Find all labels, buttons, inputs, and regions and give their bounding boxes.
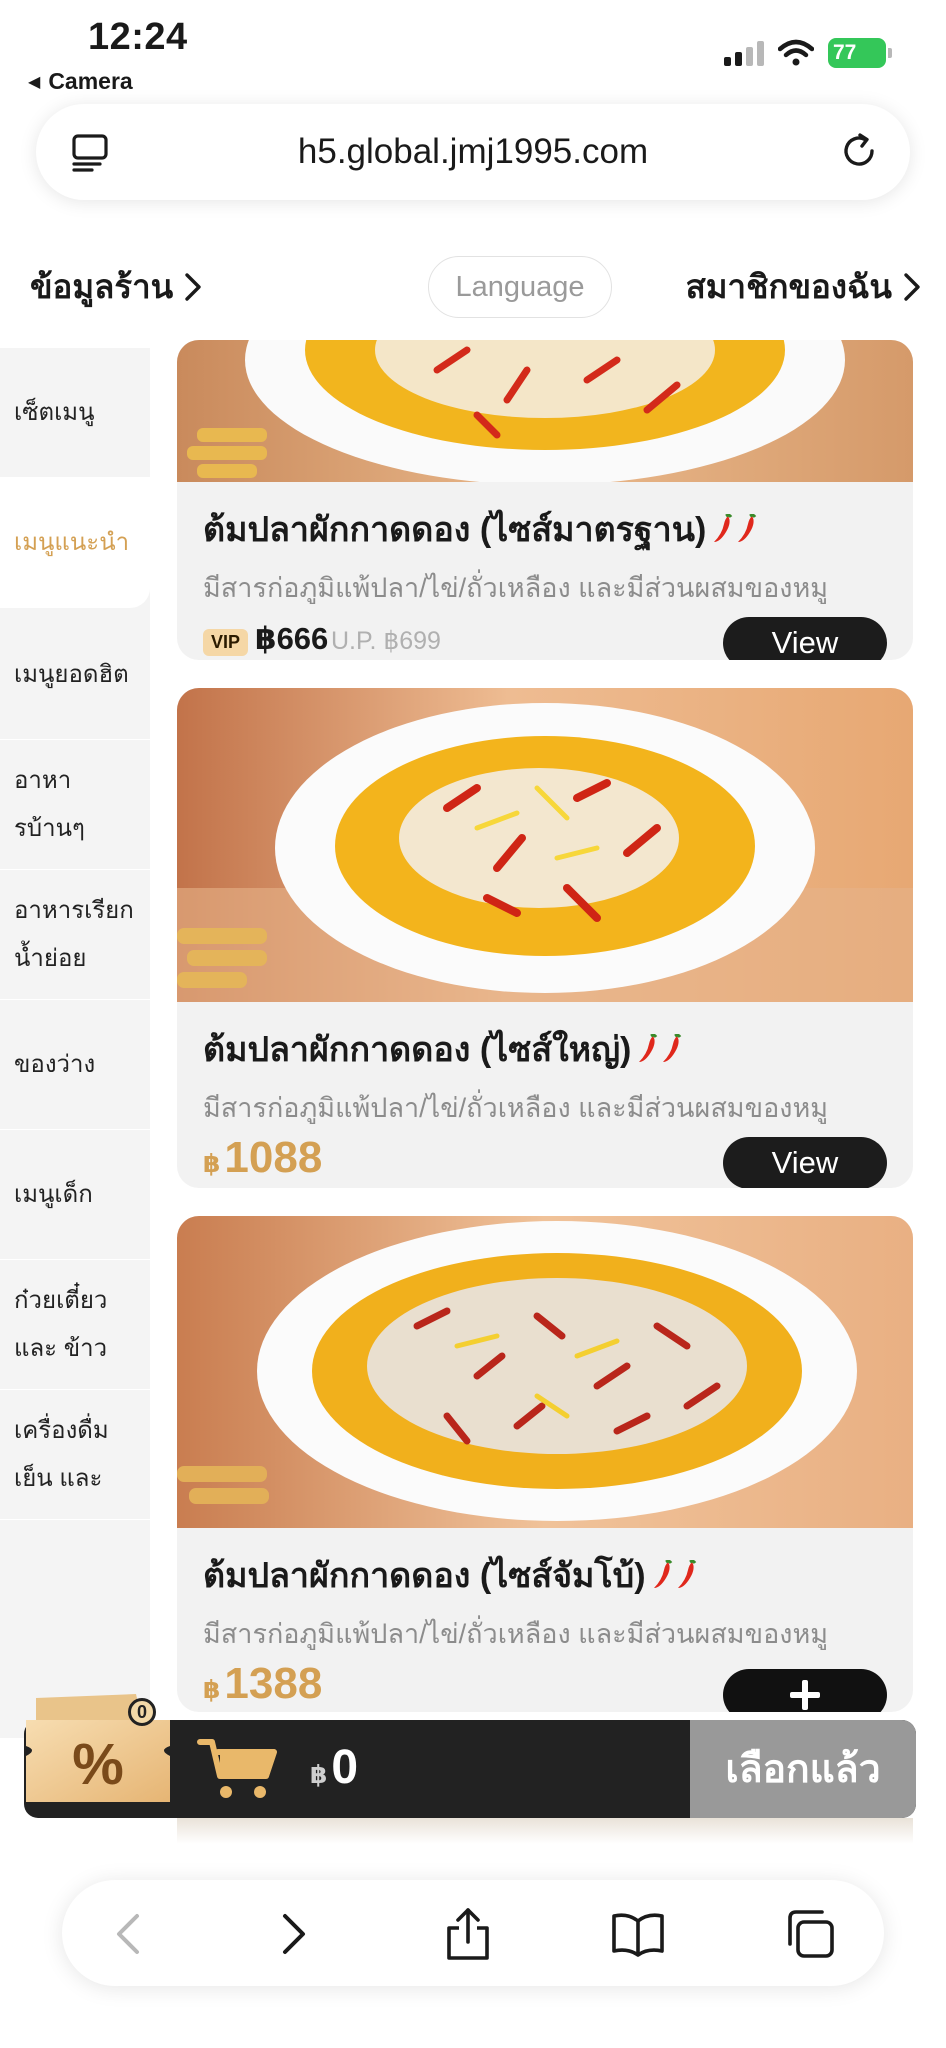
coupon-count-badge: 0 (128, 1698, 156, 1726)
original-price: U.P. ฿699 (331, 627, 441, 655)
tabs-button[interactable] (782, 1906, 838, 1962)
share-icon (447, 1908, 489, 1960)
menu-item-name: ต้มปลาผักกาดดอง (ไซส์มาตรฐาน) (203, 511, 707, 549)
allergen-note: มีสารก่อภูมิแพ้ปลา/ไข่/ถั่วเหลือง และมีส… (203, 573, 829, 603)
sidebar-item-cold-drinks[interactable]: เครื่องดื่ม เย็น และ (0, 1390, 150, 1520)
vip-price: ฿666 (255, 621, 329, 656)
fish-soup-photo (177, 688, 913, 1002)
share-button[interactable] (440, 1906, 496, 1962)
allergen-note: มีสารก่อภูมิแพ้ปลา/ไข่/ถั่วเหลือง และมีส… (203, 1619, 829, 1649)
view-button[interactable]: View (723, 617, 887, 660)
coupon-symbol: % (72, 1732, 124, 1797)
add-to-cart-button[interactable] (723, 1669, 887, 1712)
sidebar-item-set-menu[interactable]: เซ็ตเมนู (0, 348, 150, 478)
chili-icon (652, 1560, 698, 1590)
currency-symbol: ฿ (203, 1676, 221, 1704)
url-text: h5.global.jmj1995.com (297, 132, 649, 171)
menu-item-name: ต้มปลาผักกาดดอง (ไซส์จัมโบ้) (203, 1557, 646, 1595)
sidebar-item-noodles-rice[interactable]: ก๋วยเตี๋ยว และ ข้าว (0, 1260, 150, 1390)
cellular-signal-icon (724, 40, 764, 66)
cart-total-value: 0 (331, 1741, 359, 1794)
price-row: ฿ 1388 (203, 1659, 887, 1712)
menu-item-card[interactable]: ต้มปลาผักกาดดอง (ไซส์จัมโบ้) มีสารก่อภูม… (177, 1216, 913, 1712)
back-triangle-icon: ◀ (28, 73, 41, 91)
sidebar-item-home-style[interactable]: อาหา รบ้านๆ (0, 740, 150, 870)
store-header: ข้อมูลร้าน Language สมาชิกของฉัน (0, 248, 946, 328)
sidebar-item-appetizers[interactable]: อาหารเรียก น้ำย่อย (0, 870, 150, 1000)
sidebar-item-snacks[interactable]: ของว่าง (0, 1000, 150, 1130)
address-bar[interactable]: h5.global.jmj1995.com (36, 104, 910, 200)
chili-icon (712, 514, 758, 544)
wifi-icon (778, 39, 814, 66)
menu-item-name: ต้มปลาผักกาดดอง (ไซส์ใหญ่) (203, 1031, 632, 1069)
chevron-right-icon (283, 1914, 305, 1954)
battery-icon: 77 (828, 38, 892, 68)
cart-total: ฿ 0 (310, 1740, 358, 1795)
chevron-right-icon (185, 272, 201, 301)
chili-icon (637, 1034, 683, 1064)
sidebar-item-recommended[interactable]: เมนูแนะนำ (0, 478, 150, 608)
sidebar-item-kids-menu[interactable]: เมนูเด็ก (0, 1130, 150, 1260)
view-button[interactable]: View (723, 1137, 887, 1188)
fish-soup-photo (177, 1216, 913, 1528)
chevron-left-icon (117, 1914, 139, 1954)
page-menu-icon[interactable] (70, 132, 110, 172)
menu-item-body: ต้มปลาผักกาดดอง (ไซส์ใหญ่) มีสารก่อภูมิแ… (177, 1022, 913, 1188)
book-icon (612, 1913, 664, 1957)
next-item-peek (177, 1818, 913, 1844)
menu-item-title: ต้มปลาผักกาดดอง (ไซส์ใหญ่) (203, 1022, 887, 1076)
my-membership-label: สมาชิกของฉัน (685, 268, 892, 305)
clock: 12:24 (88, 16, 188, 58)
vip-badge: VIP (203, 629, 249, 656)
menu-item-title: ต้มปลาผักกาดดอง (ไซส์จัมโบ้) (203, 1548, 887, 1602)
category-sidebar: เซ็ตเมนู เมนูแนะนำ เมนูยอดฮิต อาหา รบ้าน… (0, 348, 150, 1738)
forward-button[interactable] (266, 1906, 322, 1962)
browser-toolbar (62, 1880, 884, 1986)
language-button[interactable]: Language (428, 256, 612, 318)
checkout-button[interactable]: เลือกแล้ว (690, 1720, 916, 1818)
price-row: ฿ 1088 View (203, 1133, 887, 1188)
status-bar: 12:24 ◀ Camera 77 (0, 0, 946, 100)
tabs-icon (788, 1910, 834, 1958)
store-info-link[interactable]: ข้อมูลร้าน (30, 260, 203, 313)
reload-icon[interactable] (838, 130, 880, 172)
currency-symbol: ฿ (203, 1150, 221, 1178)
shopping-cart-icon[interactable] (196, 1736, 280, 1802)
menu-item-card[interactable]: ต้มปลาผักกาดดอง (ไซส์มาตรฐาน) มีสารก่อภู… (177, 340, 913, 660)
menu-item-title: ต้มปลาผักกาดดอง (ไซส์มาตรฐาน) (203, 502, 887, 556)
back-app-label: Camera (48, 68, 133, 94)
item-price: ฿ 1088 (203, 1133, 322, 1183)
battery-level: 77 (833, 41, 857, 64)
store-info-label: ข้อมูลร้าน (30, 268, 174, 305)
fish-soup-photo (177, 340, 913, 482)
system-icons: 77 (724, 38, 892, 68)
menu-item-body: ต้มปลาผักกาดดอง (ไซส์มาตรฐาน) มีสารก่อภู… (177, 502, 913, 660)
back-to-camera-link[interactable]: ◀ Camera (28, 68, 133, 95)
my-membership-link[interactable]: สมาชิกของฉัน (686, 260, 922, 313)
menu-item-card[interactable]: ต้มปลาผักกาดดอง (ไซส์ใหญ่) มีสารก่อภูมิแ… (177, 688, 913, 1188)
price-row: VIP ฿666 U.P. ฿699 View (203, 617, 887, 660)
sidebar-item-popular[interactable]: เมนูยอดฮิต (0, 610, 150, 740)
currency-symbol: ฿ (310, 1761, 328, 1789)
back-button[interactable] (100, 1906, 156, 1962)
bookmarks-button[interactable] (610, 1906, 666, 1962)
price-value: 1388 (224, 1659, 323, 1708)
price-value: 1088 (224, 1133, 323, 1182)
chevron-right-icon (904, 272, 920, 301)
item-price: ฿ 1388 (203, 1659, 322, 1709)
allergen-note: มีสารก่อภูมิแพ้ปลา/ไข่/ถั่วเหลือง และมีส… (203, 1093, 829, 1123)
plus-icon (790, 1680, 820, 1710)
menu-item-body: ต้มปลาผักกาดดอง (ไซส์จัมโบ้) มีสารก่อภูม… (177, 1548, 913, 1712)
